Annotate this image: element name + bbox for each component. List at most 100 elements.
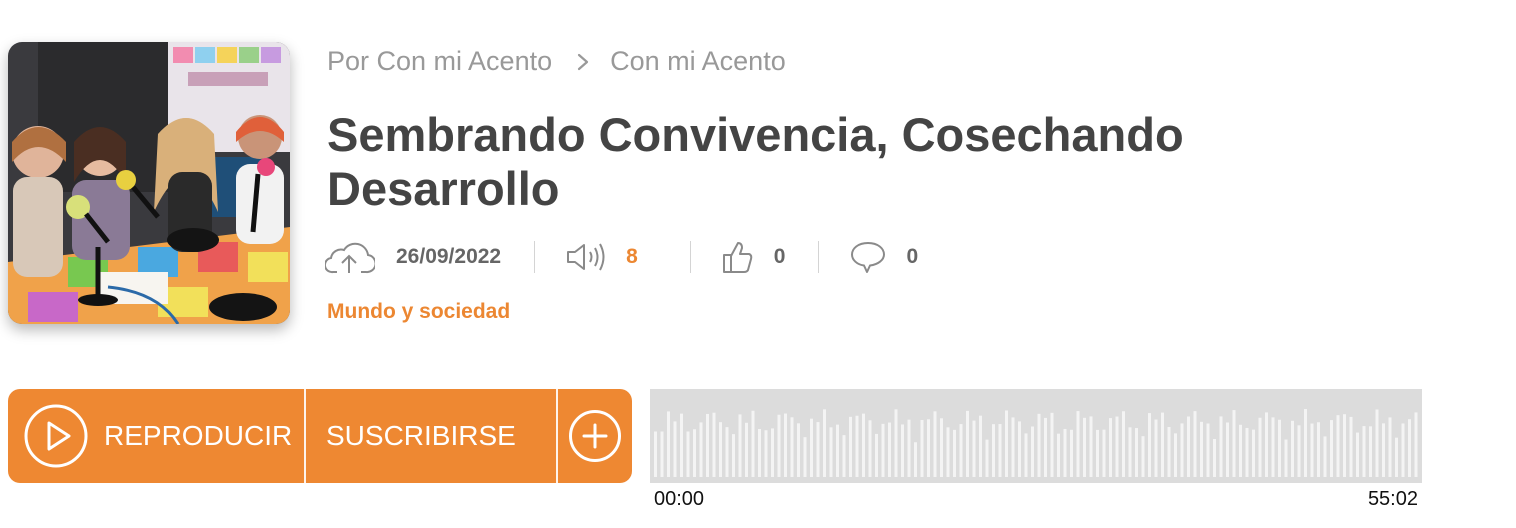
waveform-bar [1271,417,1275,477]
likes-stat[interactable]: 0 [722,238,786,276]
waveform-bar [680,413,683,477]
waveform-bar [1083,417,1086,477]
waveform-bar [1161,412,1164,477]
waveform-bar [738,414,742,477]
waveform-bar [758,428,761,477]
waveform-bars [654,409,1418,477]
waveform-bar [1219,416,1223,477]
waveform-bar [1018,421,1021,477]
waveform-bar [823,409,826,477]
waveform-bar [1154,419,1158,477]
waveform-bar [1395,437,1398,477]
waveform-bar [667,411,670,477]
waveform-bar [920,420,924,477]
waveform-bar [784,413,787,477]
waveform-bar [849,416,852,477]
waveform-bar [790,417,794,477]
waveform-bar [1109,418,1112,477]
more-options-button[interactable] [558,389,632,483]
waveform-bar [1336,415,1340,477]
waveform-bar [1011,417,1015,477]
time-end: 55:02 [1367,488,1418,510]
waveform-bar [1089,416,1093,477]
stats-divider [818,241,820,273]
waveform-bar [1213,438,1216,477]
comments-stat[interactable]: 0 [850,238,918,276]
waveform-bar [1206,423,1210,477]
waveform-bar [927,419,930,477]
waveform-bar [1070,429,1073,477]
waveform-bar [933,411,937,477]
waveform-bar [1031,426,1034,477]
breadcrumb-link-channel[interactable]: Con mi Acento [610,46,786,77]
waveform-bar [673,421,677,477]
breadcrumb-link-podcast[interactable]: Por Con mi Acento [327,46,552,77]
waveform-bar [1284,439,1288,477]
waveform-bar [1330,420,1333,477]
waveform-bar [1063,428,1067,477]
category-link[interactable]: Mundo y sociedad [327,300,510,324]
audio-waveform[interactable] [650,389,1422,483]
waveform-bar [1245,427,1249,477]
plus-icon [568,409,622,463]
waveform-bar [946,427,950,477]
waveform-bar [1362,426,1366,477]
subscribe-button[interactable]: SUSCRIBIRSE [306,389,556,483]
waveform-bar [979,415,982,477]
waveform-bar [1141,436,1145,477]
waveform-bar [712,412,716,477]
waveform-bar [1369,426,1372,477]
waveform-bar [868,420,872,477]
waveform-bar [966,410,969,477]
upload-date: 26/09/2022 [396,245,502,268]
play-button[interactable]: REPRODUCIR [8,389,304,483]
waveform-bar [764,430,768,477]
waveform-bar [842,435,846,477]
upload-date-stat: 26/09/2022 [325,238,501,276]
waveform-bar [1297,425,1301,477]
waveform-bar [1252,429,1255,477]
waveform-bar [972,420,976,477]
waveform-bar [803,437,807,477]
waveform-bar [881,423,885,477]
waveform-bar [953,429,956,477]
waveform-bar [1382,423,1385,477]
waveform-bar [1128,427,1132,477]
subscribe-button-label: SUSCRIBIRSE [326,420,516,451]
waveform-bar [1180,423,1184,477]
button-divider [304,389,306,483]
episode-title: Sembrando Convivencia, Cosechando Desarr… [327,108,1184,215]
comment-icon [850,240,886,274]
waveform-bar [1226,422,1229,477]
waveform-bar [1401,423,1405,477]
waveform-bar [654,431,657,477]
waveform-bar [1024,433,1028,477]
waveform-bar [1076,411,1080,477]
waveform-bar [959,424,963,477]
waveform-bar [1265,412,1268,477]
episode-cover-image[interactable] [8,42,290,324]
upload-cloud-icon [325,240,375,274]
waveform-bar [816,422,820,477]
waveform-bar [1187,416,1190,477]
waveform-bar [1057,433,1060,477]
waveform-bar [771,428,774,477]
waveform-bar [810,418,813,477]
waveform-bar [1122,411,1125,477]
breadcrumb: Por Con mi Acento Con mi Acento [327,46,786,77]
waveform-bar [777,414,781,477]
likes-count: 0 [773,245,786,268]
waveform-bar [1005,410,1008,477]
waveform-bar [1408,419,1411,477]
waveform-bar [686,431,690,477]
waveform-bar [1278,419,1281,477]
waveform-bar [1356,432,1359,477]
waveform-bar [1388,417,1392,477]
waveform-bar [1232,410,1236,477]
waveform-bar [940,418,943,477]
play-icon [24,404,88,468]
waveform-bar [998,424,1002,477]
speaker-icon [566,242,606,272]
chevron-right-icon [576,52,590,72]
waveform-bar [907,419,911,477]
